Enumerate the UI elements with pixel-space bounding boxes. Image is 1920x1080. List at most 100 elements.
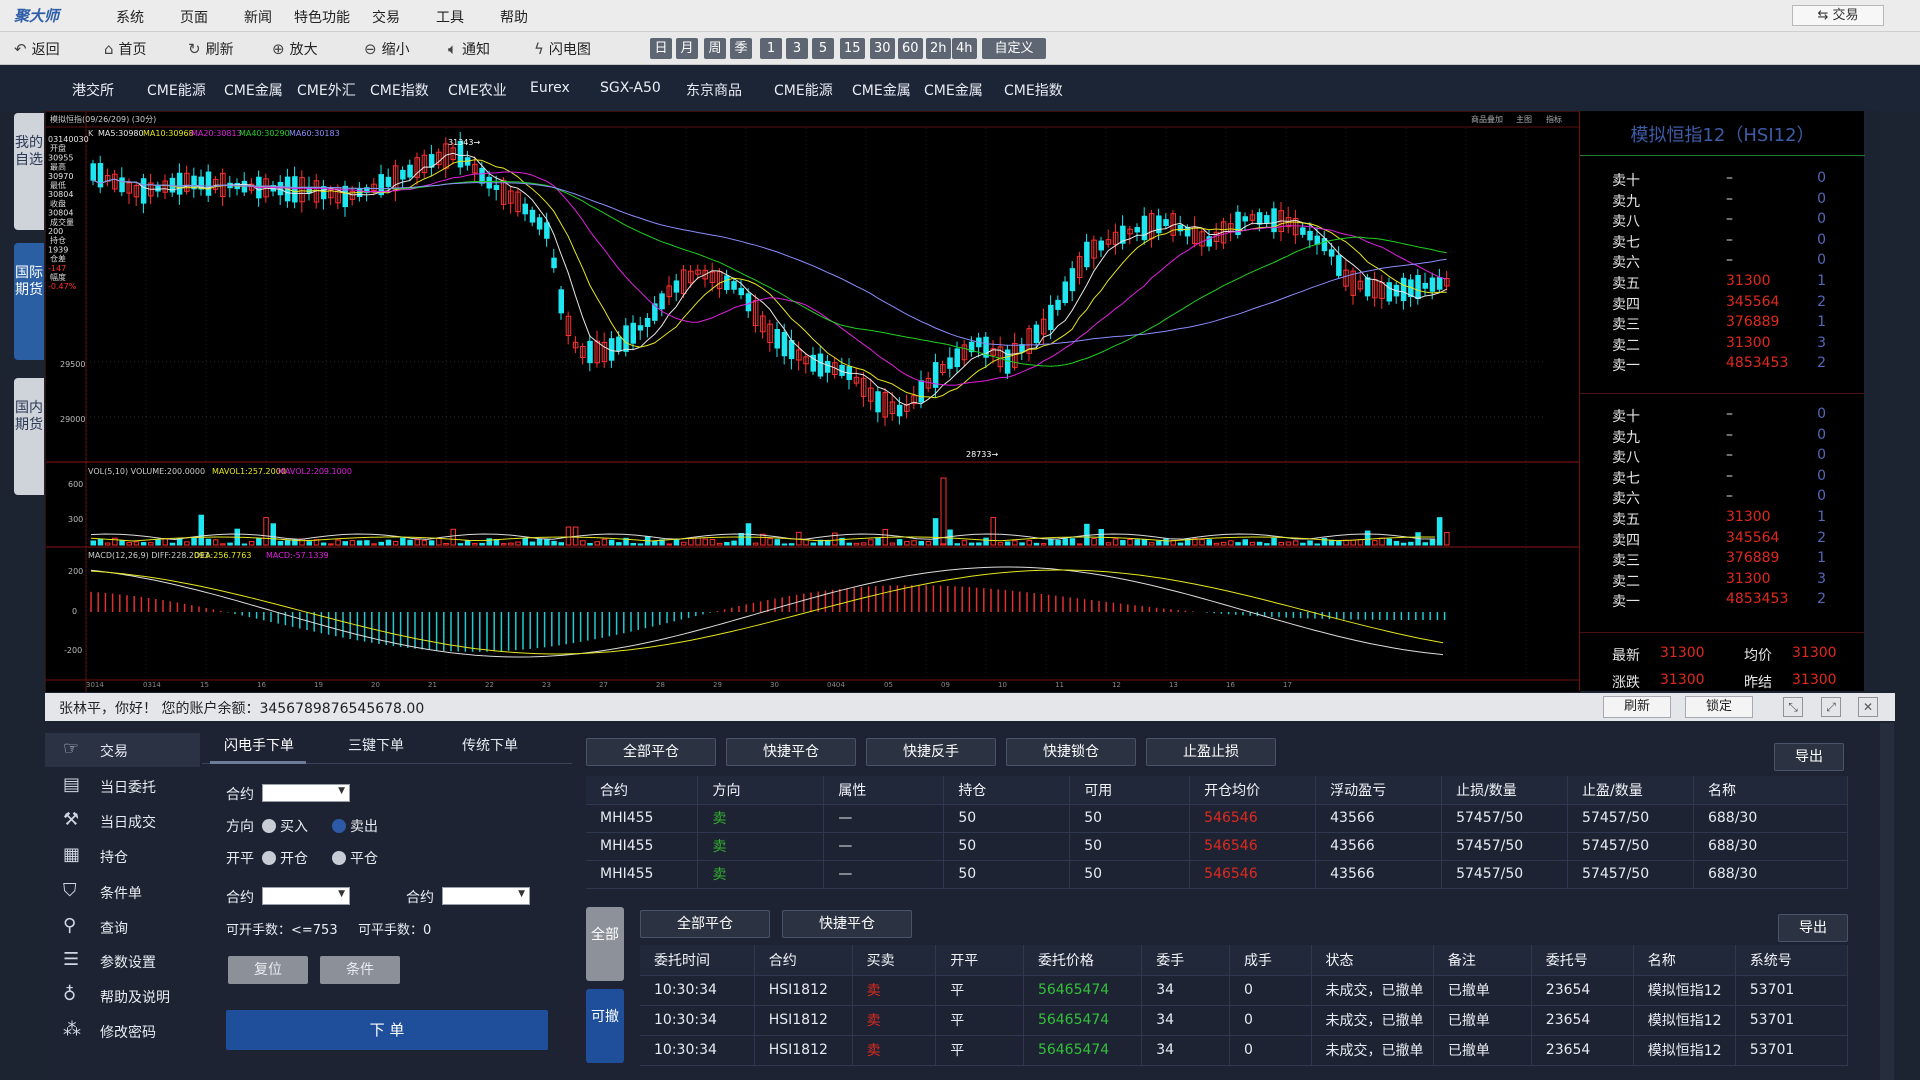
menu-page[interactable]: 页面: [180, 7, 208, 27]
stop-profit-loss-button[interactable]: 止盈止损: [1146, 738, 1276, 766]
period-button[interactable]: 月: [676, 38, 698, 59]
flash-chart-button[interactable]: ϟ 闪电图: [534, 39, 591, 59]
quick-lock-button[interactable]: 快捷锁仓: [1006, 738, 1136, 766]
kline-chart[interactable]: 模拟恒指(09/26/209) (30分) 商品叠加 主图 指标 K MA5:30980 M…: [45, 111, 1580, 692]
period-button[interactable]: 2h: [926, 38, 951, 59]
period-button[interactable]: 5: [812, 38, 834, 59]
menu-news[interactable]: 新闻: [244, 7, 272, 27]
column-header[interactable]: 名称: [1693, 776, 1849, 805]
sell-radio[interactable]: 卖出: [332, 816, 378, 836]
exchange-tab[interactable]: CME指数: [370, 80, 429, 100]
column-header[interactable]: 备注: [1433, 945, 1532, 976]
quick-reverse-button[interactable]: 快捷反手: [866, 738, 996, 766]
column-header[interactable]: 属性: [823, 776, 945, 805]
close-all-button[interactable]: 全部平仓: [586, 738, 716, 766]
menu-help[interactable]: 帮助: [500, 7, 528, 27]
table-row[interactable]: 10:30:34 HSI1812 卖平 56465474 34 0 未成交，已撤单 已撤单 23…: [640, 975, 1849, 1006]
column-header[interactable]: 开仓均价: [1189, 776, 1317, 805]
table-row[interactable]: MHI455 卖 —50 50 546546 43566 57457/50 57457/50 6…: [586, 860, 1849, 889]
column-header[interactable]: 买卖: [852, 945, 937, 976]
export-positions-button[interactable]: 导出: [1774, 743, 1844, 771]
period-button[interactable]: 周: [704, 38, 726, 59]
column-header[interactable]: 系统号: [1735, 945, 1849, 976]
orderbook-scrollbar[interactable]: [1866, 111, 1880, 691]
zoom-out-button[interactable]: ⊖ 缩小: [364, 39, 410, 59]
nav-positions[interactable]: ▦ 持仓: [45, 839, 200, 873]
tab-three-key-order[interactable]: 三键下单: [348, 735, 404, 755]
tab-flash-order[interactable]: 闪电手下单: [224, 735, 294, 755]
close-icon[interactable]: ✕: [1858, 697, 1878, 717]
period-button[interactable]: 15: [840, 38, 865, 59]
contract-select-2[interactable]: [262, 887, 350, 905]
contract-select-3[interactable]: [442, 887, 530, 905]
column-header[interactable]: 委手: [1141, 945, 1230, 976]
period-button[interactable]: 3: [786, 38, 808, 59]
period-button[interactable]: 30: [870, 38, 895, 59]
nav-conditional[interactable]: ⛉ 条件单: [45, 875, 200, 909]
column-header[interactable]: 委托时间: [640, 945, 755, 976]
back-button[interactable]: ↶ 返回: [14, 39, 60, 59]
orders-quick-close-button[interactable]: 快捷平仓: [782, 910, 912, 938]
tab-traditional-order[interactable]: 传统下单: [462, 735, 518, 755]
nav-today-orders[interactable]: ▤ 当日委托: [45, 769, 200, 803]
period-button[interactable]: 4h: [952, 38, 977, 59]
nav-change-password[interactable]: ⁂ 修改密码: [45, 1014, 200, 1048]
period-button[interactable]: 60: [898, 38, 923, 59]
account-lock-button[interactable]: 锁定: [1685, 696, 1753, 718]
condition-button[interactable]: 条件: [320, 956, 400, 984]
column-header[interactable]: 委托号: [1531, 945, 1634, 976]
close-radio[interactable]: 平仓: [332, 848, 378, 868]
positions-scrollbar[interactable]: [1880, 723, 1894, 1080]
maximize-icon[interactable]: ⤢: [1821, 697, 1841, 717]
column-header[interactable]: 可用: [1069, 776, 1191, 805]
column-header[interactable]: 持仓: [943, 776, 1071, 805]
orders-close-all-button[interactable]: 全部平仓: [640, 910, 770, 938]
buy-radio[interactable]: 买入: [262, 816, 308, 836]
contract-select[interactable]: [262, 784, 350, 802]
exchange-tab[interactable]: CME能源: [774, 80, 833, 100]
column-header[interactable]: 浮动盈亏: [1315, 776, 1443, 805]
period-button[interactable]: 自定义: [982, 38, 1046, 59]
table-row[interactable]: MHI455 卖 —50 50 546546 43566 57457/50 57457/50 6…: [586, 832, 1849, 861]
account-refresh-button[interactable]: 刷新: [1603, 696, 1671, 718]
column-header[interactable]: 成手: [1229, 945, 1312, 976]
table-row[interactable]: MHI455 卖 —50 50 546546 43566 57457/50 57457/50 6…: [586, 804, 1849, 833]
column-header[interactable]: 合约: [754, 945, 853, 976]
sidetab-favorites[interactable]: 我的自选: [14, 113, 44, 230]
filter-all-tab[interactable]: 全部: [586, 907, 624, 981]
exchange-tab[interactable]: CME金属: [924, 80, 983, 100]
quick-close-button[interactable]: 快捷平仓: [726, 738, 856, 766]
menu-tools[interactable]: 工具: [436, 7, 464, 27]
table-row[interactable]: 10:30:34 HSI1812 卖平 56465474 34 0 未成交，已撤单 已撤单 23…: [640, 1035, 1849, 1066]
exchange-tab[interactable]: CME指数: [1004, 80, 1063, 100]
nav-help[interactable]: ♁ 帮助及说明: [45, 979, 200, 1013]
filter-cancellable-tab[interactable]: 可撤: [586, 989, 624, 1063]
exchange-tab[interactable]: CME外汇: [297, 80, 356, 100]
open-radio[interactable]: 开仓: [262, 848, 308, 868]
nav-query[interactable]: ⚲ 查询: [45, 910, 200, 944]
nav-today-deals[interactable]: ⚒ 当日成交: [45, 804, 200, 838]
column-header[interactable]: 开平: [935, 945, 1024, 976]
home-button[interactable]: ⌂ 首页: [104, 39, 147, 59]
reset-button[interactable]: 复位: [228, 956, 308, 984]
exchange-tab[interactable]: CME金属: [852, 80, 911, 100]
sidetab-domestic-futures[interactable]: 国内期货: [14, 378, 44, 495]
exchange-tab[interactable]: CME金属: [224, 80, 283, 100]
period-button[interactable]: 日: [650, 38, 672, 59]
refresh-button[interactable]: ↻ 刷新: [188, 39, 234, 59]
exchange-tab[interactable]: 东京商品: [686, 80, 742, 100]
table-row[interactable]: 10:30:34 HSI1812 卖平 56465474 34 0 未成交，已撤单 已撤单 23…: [640, 1005, 1849, 1036]
export-orders-button[interactable]: 导出: [1778, 914, 1848, 942]
period-button[interactable]: 季: [730, 38, 752, 59]
column-header[interactable]: 止损/数量: [1441, 776, 1569, 805]
column-header[interactable]: 状态: [1311, 945, 1434, 976]
zoom-in-button[interactable]: ⊕ 放大: [272, 39, 318, 59]
menu-trade[interactable]: 交易: [372, 7, 400, 27]
period-button[interactable]: 1: [760, 38, 782, 59]
column-header[interactable]: 名称: [1633, 945, 1736, 976]
column-header[interactable]: 委托价格: [1023, 945, 1143, 976]
nav-settings[interactable]: ☰ 参数设置: [45, 944, 200, 978]
notify-button[interactable]: 🔈︎ 通知: [448, 39, 490, 59]
exchange-tab[interactable]: Eurex: [530, 80, 570, 96]
trade-switch-button[interactable]: ⇆ 交易: [1792, 5, 1884, 26]
